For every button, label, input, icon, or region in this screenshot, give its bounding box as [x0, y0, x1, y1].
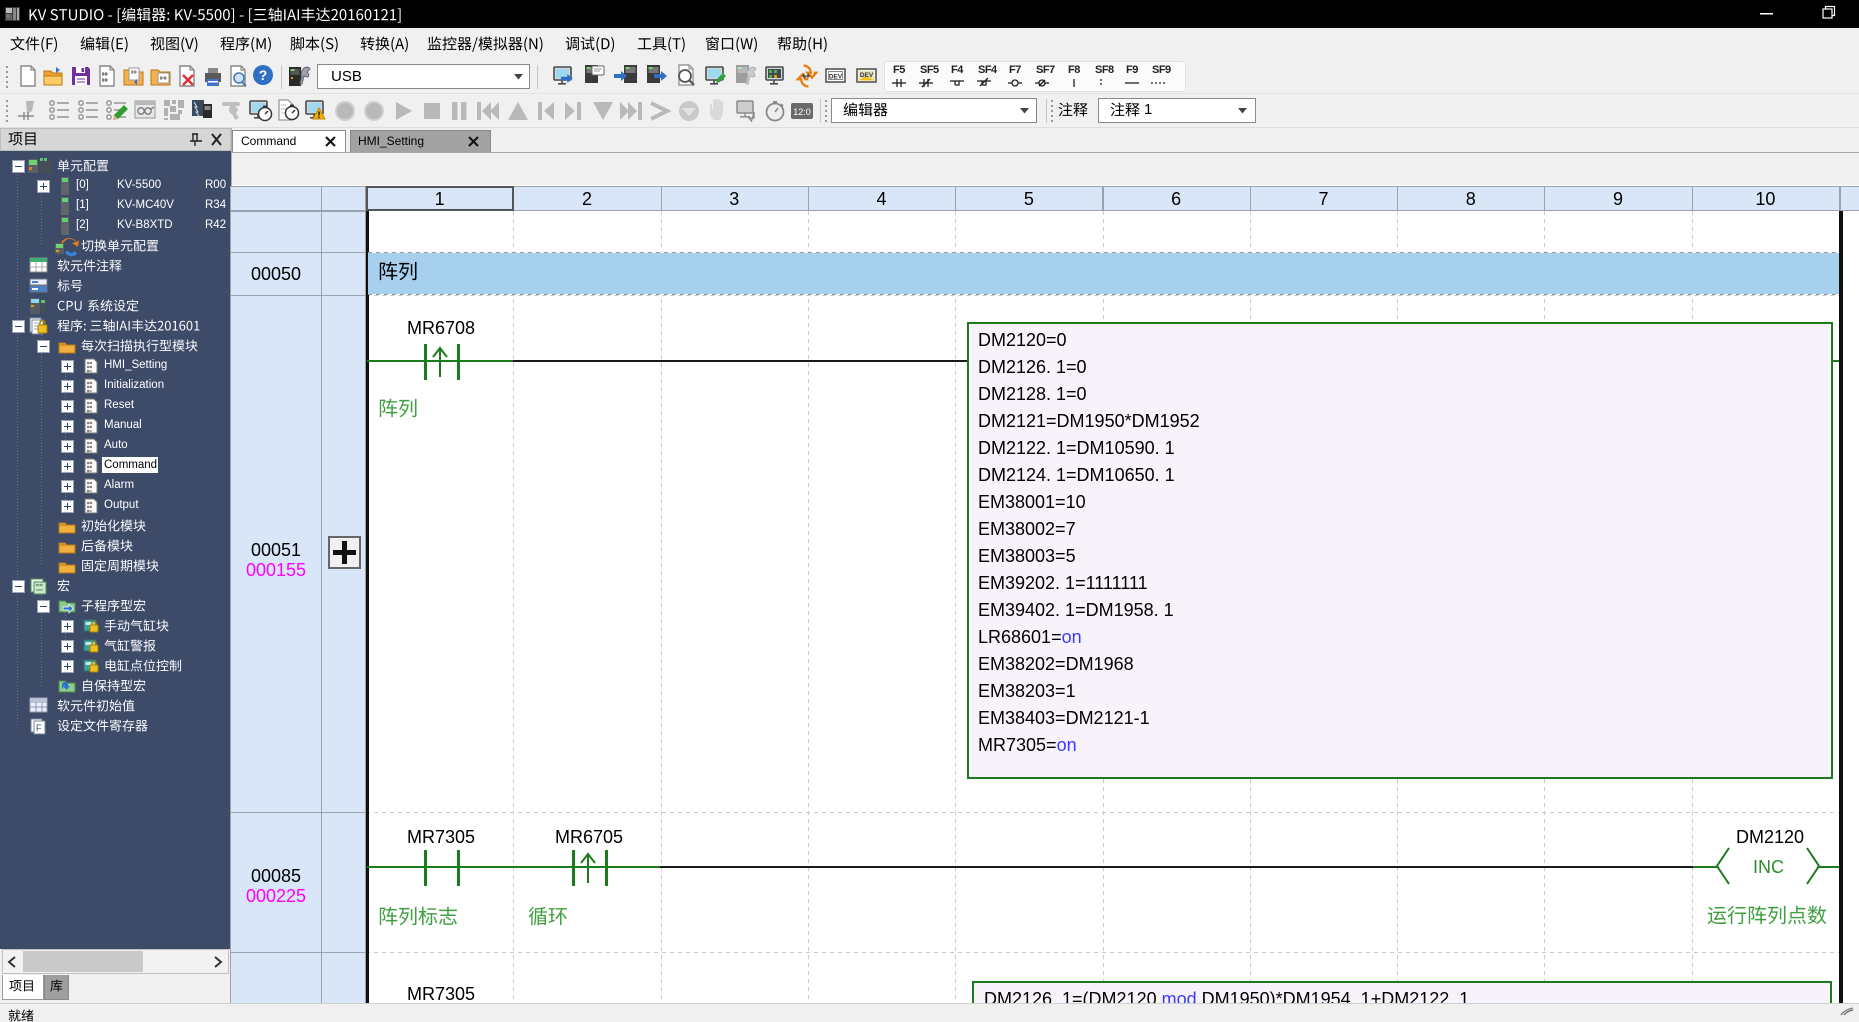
- svg-text:12:0: 12:0: [793, 107, 811, 117]
- svg-text:DEV: DEV: [829, 74, 843, 81]
- svg-text:DEV: DEV: [860, 72, 874, 79]
- svg-text:?: ?: [259, 67, 268, 83]
- svg-text:F: F: [36, 723, 42, 733]
